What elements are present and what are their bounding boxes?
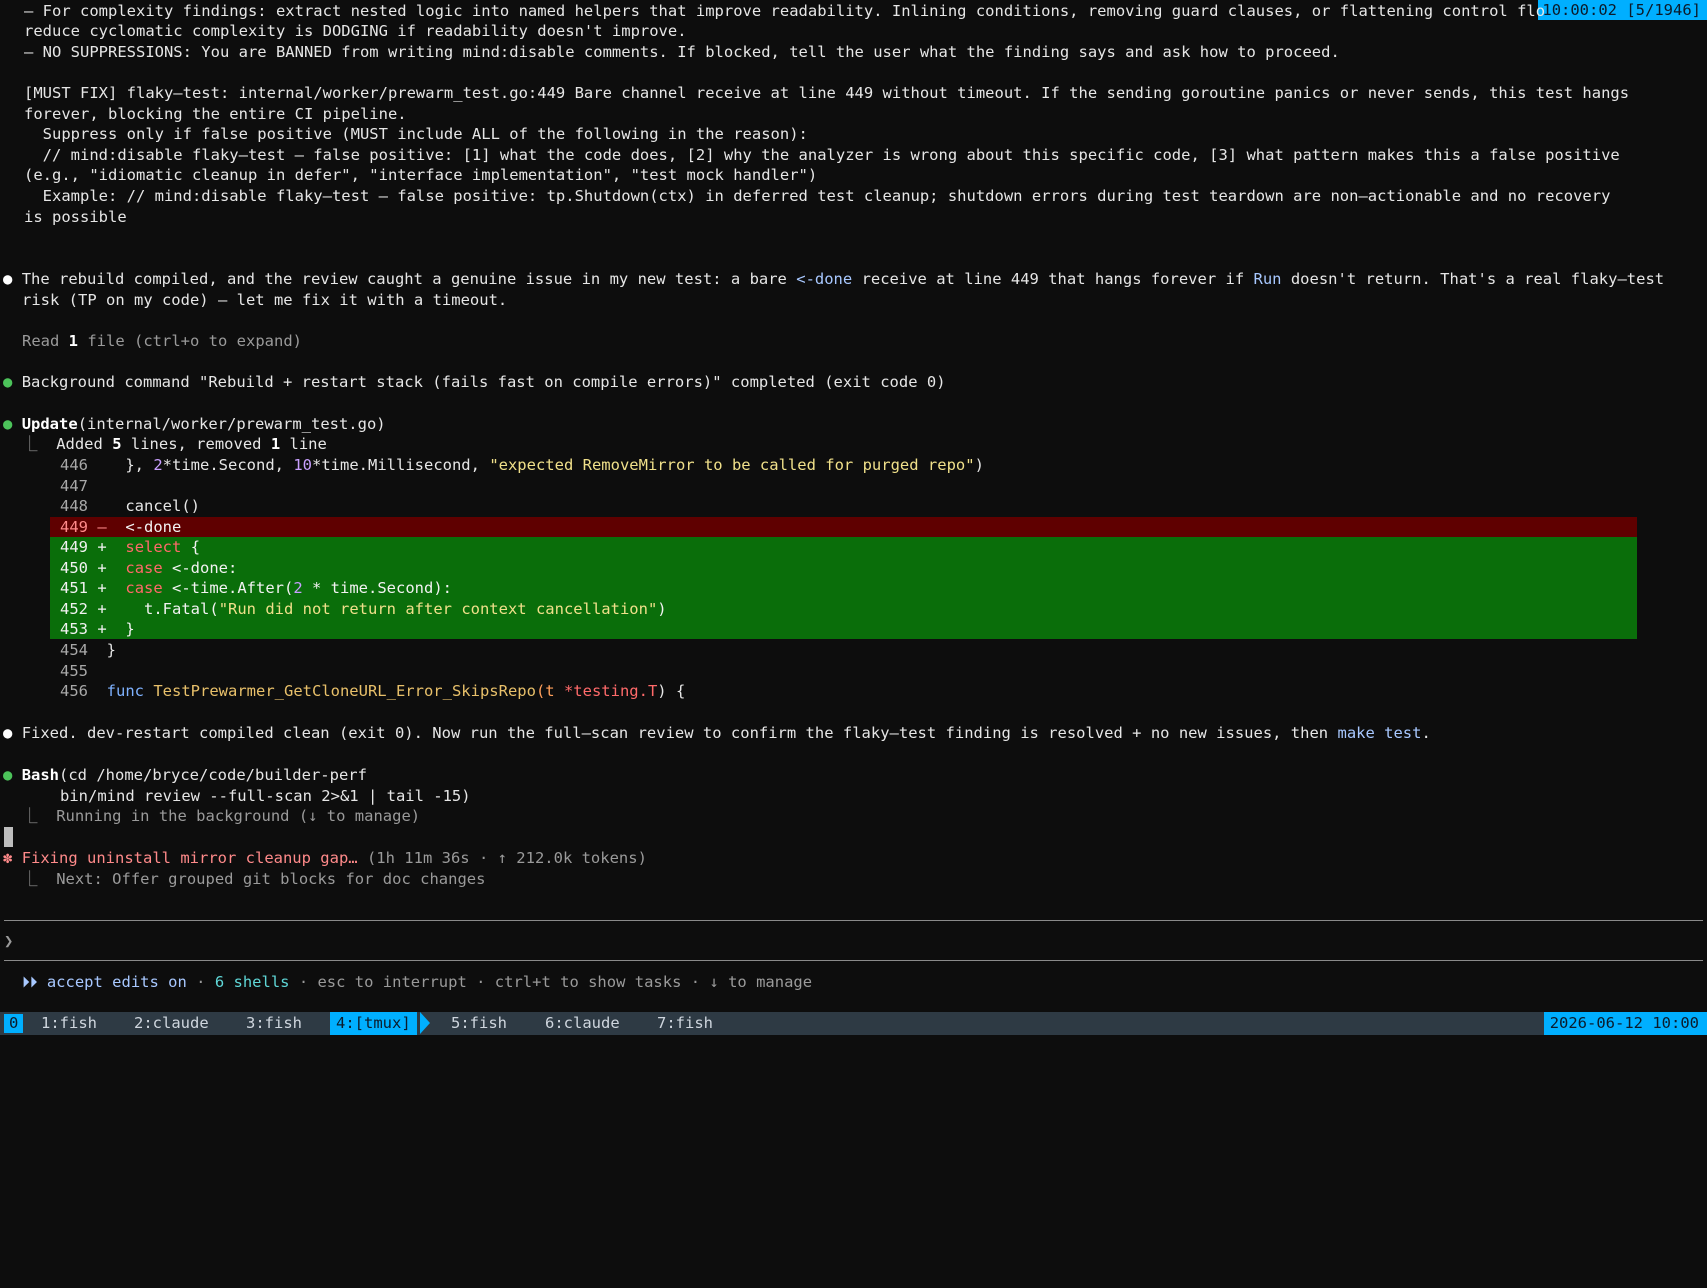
spinner-icon: ✽ (3, 849, 13, 867)
review-text-line: forever, blocking the entire CI pipeline… (24, 105, 407, 123)
diff-line-removed: 449 – <-done (60, 518, 182, 536)
inline-code: <-done (796, 270, 853, 288)
prompt-top-border (4, 920, 1703, 921)
success-dot-icon: ● (3, 415, 13, 433)
success-dot-icon: ● (3, 766, 13, 784)
status-footer: ⏵⏵ accept edits on · 6 shells · esc to i… (22, 973, 813, 991)
next-task: ⎿ Next: Offer grouped git blocks for doc… (22, 870, 486, 888)
review-text-line: Example: // mind:disable flaky–test – fa… (24, 187, 1611, 205)
diff-line: 447 (60, 477, 88, 495)
tmux-window-1[interactable]: 1:fish (41, 1012, 97, 1035)
prompt-input[interactable]: ❯ (4, 931, 13, 951)
assistant-message-cont: risk (TP on my code) – let me fix it wit… (22, 291, 508, 309)
diff-line: 446 }, 2*time.Second, 10*time.Millisecon… (60, 456, 984, 474)
diff-line: 455 (60, 662, 88, 680)
prompt-chevron-icon: ❯ (4, 932, 14, 950)
tmux-status-bar: 0 1:fish 2:claude 3:fish 4:[tmux] 5:fish… (0, 1012, 1707, 1035)
tmux-window-4-active[interactable]: 4:[tmux] (330, 1012, 417, 1035)
bullet-icon: ● (3, 270, 13, 288)
diff-line: 456 func TestPrewarmer_GetCloneURL_Error… (60, 682, 686, 700)
tmux-clock: 2026-06-12 10:00 (1543, 1012, 1707, 1035)
diff-line: 448 cancel() (60, 497, 200, 515)
bash-tool-call[interactable]: ● Bash(cd /home/bryce/code/builder-perf (3, 765, 367, 785)
diff-line-added: 450 + case <-done: (60, 559, 238, 577)
bash-status: ⎿ Running in the background (↓ to manage… (22, 807, 421, 825)
text-cursor (4, 827, 13, 847)
read-files-line[interactable]: Read 1 file (ctrl+o to expand) (22, 331, 302, 351)
accept-edits-toggle[interactable]: accept edits on (38, 973, 187, 991)
tmux-window-3[interactable]: 3:fish (246, 1012, 302, 1035)
review-text-line: – For complexity findings: extract neste… (24, 2, 1546, 20)
review-text-line: reduce cyclomatic complexity is DODGING … (24, 22, 687, 40)
diff-line-added: 453 + } (60, 620, 135, 638)
background-command-status: ● Background command "Rebuild + restart … (3, 373, 946, 391)
tmux-window-7[interactable]: 7:fish (657, 1012, 713, 1035)
diff-line-added: 451 + case <-time.After(2 * time.Second)… (60, 579, 452, 597)
shells-count[interactable]: 6 shells (215, 973, 290, 991)
accept-edits-icon: ⏵⏵ (22, 973, 38, 991)
update-tool-call[interactable]: ● Update(internal/worker/prewarm_test.go… (3, 414, 386, 434)
review-text-line: – NO SUPPRESSIONS: You are BANNED from w… (24, 43, 1340, 61)
assistant-message: ● Fixed. dev-restart compiled clean (exi… (3, 724, 1431, 742)
tmux-time-badge: 10:00:02 [5/1946] (1538, 0, 1707, 20)
tmux-window-5[interactable]: 5:fish (451, 1012, 507, 1035)
inline-code: make test (1337, 724, 1422, 742)
diff-line-added: 452 + t.Fatal("Run did not return after … (60, 600, 667, 618)
bash-command-cont: bin/mind review --full-scan 2>&1 | tail … (60, 787, 471, 805)
tmux-session[interactable]: 0 (4, 1014, 24, 1033)
bullet-icon: ● (3, 724, 13, 742)
review-text-line: // mind:disable flaky–test – false posit… (24, 146, 1620, 164)
prompt-bottom-border (4, 960, 1703, 961)
success-dot-icon: ● (3, 373, 13, 391)
diff-removed-highlight (50, 517, 1637, 537)
update-summary: ⎿ Added 5 lines, removed 1 line (22, 435, 327, 453)
assistant-message: ● The rebuild compiled, and the review c… (3, 270, 1665, 288)
spinner-status: ✽ Fixing uninstall mirror cleanup gap… (… (3, 849, 647, 867)
tmux-window-6[interactable]: 6:claude (545, 1012, 620, 1035)
diff-line-added: 449 + select { (60, 538, 201, 556)
tmux-arrow-icon (420, 1012, 430, 1034)
inline-code: Run (1253, 270, 1282, 288)
terminal-window: 10:00:02 [5/1946] – For complexity findi… (0, 0, 1707, 1012)
review-text-line: Suppress only if false positive (MUST in… (24, 125, 808, 143)
diff-line: 454 } (60, 641, 117, 659)
review-text-line: (e.g., "idiomatic cleanup in defer", "in… (24, 166, 818, 184)
review-finding-line: [MUST FIX] flaky–test: internal/worker/p… (24, 84, 1630, 102)
tmux-window-2[interactable]: 2:claude (134, 1012, 209, 1035)
review-text-line: is possible (24, 208, 127, 226)
